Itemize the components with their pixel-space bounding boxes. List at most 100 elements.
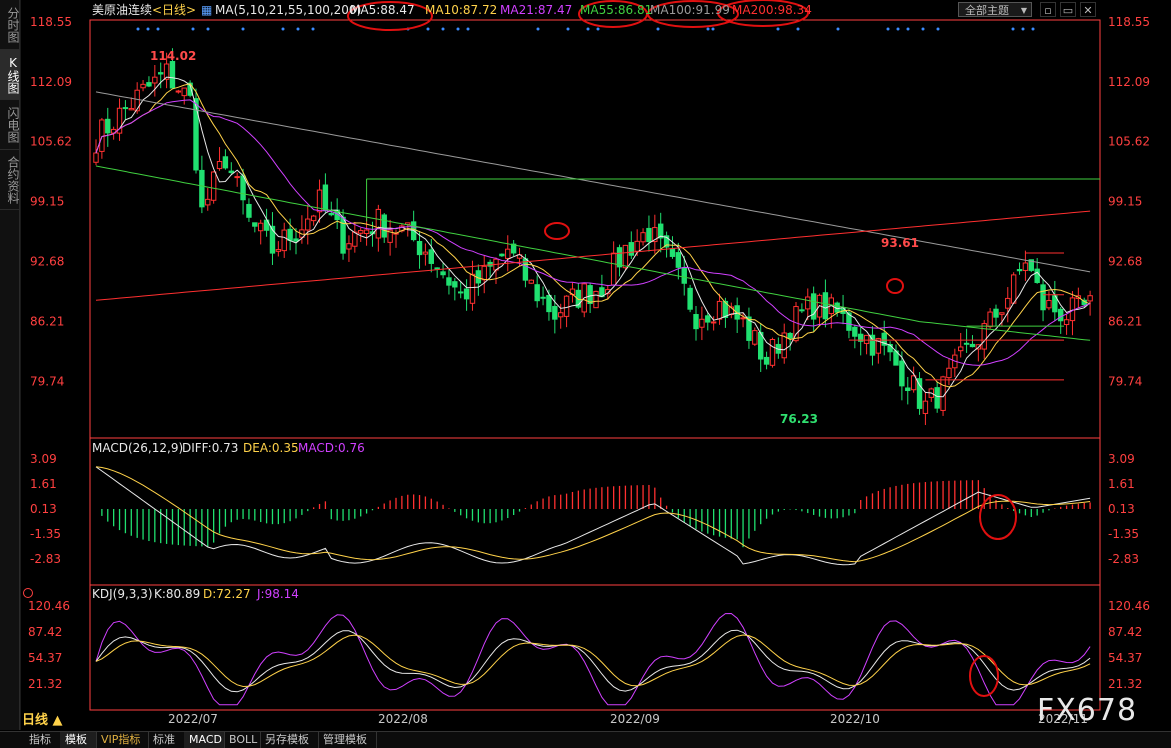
macd-diff: DIFF:0.73: [182, 441, 238, 455]
y-tick-left: 118.55: [30, 15, 72, 29]
tab-kline[interactable]: K线图: [0, 50, 20, 100]
candle-body: [252, 222, 258, 227]
signal-dot: [906, 27, 910, 31]
bottom-tab[interactable]: 管理模板: [318, 732, 377, 748]
signal-dot: [311, 27, 315, 31]
signal-dot: [281, 27, 285, 31]
candle-body: [922, 400, 929, 414]
chart-canvas[interactable]: 美原油连续 <日线> ▦ MA(5,10,21,55,100,200) MA5:…: [20, 0, 1171, 730]
candle-body: [428, 249, 434, 264]
kdj-tick-right: 87.42: [1108, 625, 1142, 639]
candle-body: [622, 244, 629, 269]
candle-body: [616, 247, 623, 268]
candle-body: [805, 296, 811, 310]
candle-body: [275, 249, 282, 252]
signal-dot: [566, 27, 570, 31]
kdj-j-line: [95, 612, 1091, 706]
candle-body: [422, 251, 429, 255]
y-tick-right: 92.68: [1108, 255, 1142, 269]
restore-icon[interactable]: ▫: [1040, 2, 1056, 17]
bottom-tab[interactable]: VIP指标: [96, 732, 149, 748]
signal-dot: [146, 27, 150, 31]
candle-body: [958, 346, 964, 352]
macd-tick-right: -1.35: [1108, 527, 1139, 541]
maximize-icon[interactable]: ▭: [1060, 2, 1076, 17]
local-high-annotation: 93.61: [881, 236, 919, 250]
candle-body: [505, 248, 511, 259]
candle-body: [905, 387, 911, 392]
candle-body: [822, 292, 829, 320]
candle-body: [752, 330, 758, 345]
macd-title: MACD(26,12,9): [92, 441, 183, 455]
candle-body: [699, 318, 705, 328]
signal-dot: [241, 27, 245, 31]
candle-body: [634, 240, 640, 252]
signal-dot: [456, 27, 460, 31]
signal-dot: [1021, 27, 1025, 31]
candle-body: [446, 277, 452, 286]
macd-tick-left: 3.09: [30, 452, 57, 466]
kdj-k: K:80.89: [154, 587, 200, 601]
y-tick-left: 105.62: [30, 135, 72, 149]
signal-dot: [656, 27, 660, 31]
candle-body: [693, 314, 699, 330]
candle-body: [175, 90, 182, 93]
candle-body: [769, 338, 776, 366]
signal-dot: [191, 27, 195, 31]
bottom-tab[interactable]: 标准: [148, 732, 185, 748]
bottom-tab[interactable]: BOLL: [224, 732, 261, 748]
tab-contract-info[interactable]: 合约资料: [0, 150, 20, 210]
y-tick-left: 99.15: [30, 195, 64, 209]
candle-body: [546, 294, 552, 313]
candle-body: [134, 89, 140, 112]
kdj-title: KDJ(9,3,3): [92, 587, 153, 601]
y-tick-left: 79.74: [30, 374, 64, 388]
candle-body: [1069, 297, 1076, 322]
signal-dot: [886, 27, 890, 31]
period-name: <日线>: [152, 3, 196, 17]
kdj-settings-icon[interactable]: [23, 588, 33, 598]
candle-body: [346, 243, 352, 250]
candle-body: [358, 230, 364, 234]
candle-body: [499, 253, 505, 257]
candle-body: [440, 271, 446, 276]
tab-time-sharing[interactable]: 分时图: [0, 0, 20, 50]
y-tick-right: 112.09: [1108, 75, 1150, 89]
macd-tick-right: 3.09: [1108, 452, 1135, 466]
candle-body: [199, 169, 205, 208]
x-tick-label: 2022/08: [378, 712, 428, 726]
candle-body: [463, 288, 470, 300]
candle-body: [416, 241, 423, 256]
bottom-tab[interactable]: 另存模板: [260, 732, 319, 748]
kdj-panel-frame: [89, 584, 1101, 711]
bottom-tab[interactable]: 模板: [60, 732, 97, 748]
candle-body: [128, 108, 134, 111]
ma21-line: [95, 99, 1091, 366]
close-icon[interactable]: ✕: [1080, 2, 1096, 17]
candle-body: [1010, 274, 1017, 304]
bottom-tab[interactable]: MACD: [184, 732, 225, 748]
candle-body: [152, 76, 158, 84]
candle-body: [963, 342, 970, 345]
candle-body: [434, 267, 440, 270]
chart-window: 分时图 K线图 闪电图 合约资料 美原油连续 <日线> ▦ MA(5,10,21…: [0, 0, 1171, 748]
candle-body: [281, 229, 287, 252]
macd-diff-line: [95, 466, 1091, 566]
theme-select-label: 全部主题: [965, 4, 1009, 17]
view-tabs: 分时图 K线图 闪电图 合约资料: [0, 0, 20, 730]
candle-body: [787, 332, 793, 339]
period-selector[interactable]: 日线 ▲: [22, 713, 63, 729]
theme-select[interactable]: 全部主题 ▼: [958, 2, 1032, 17]
bottom-tab[interactable]: 指标: [24, 732, 61, 748]
candle-body: [363, 229, 370, 235]
candle-body: [234, 176, 240, 179]
kdj-k-line: [95, 629, 1091, 693]
ma-value: MA10:87.72: [425, 3, 497, 17]
macd-value: MACD:0.76: [298, 441, 365, 455]
highlight-circle: [886, 278, 904, 294]
candle-body: [1058, 308, 1064, 322]
symbol-name: 美原油连续: [92, 2, 152, 17]
tab-lightning[interactable]: 闪电图: [0, 100, 20, 150]
candle-body: [222, 156, 229, 169]
macd-tick-left: 1.61: [30, 477, 57, 491]
